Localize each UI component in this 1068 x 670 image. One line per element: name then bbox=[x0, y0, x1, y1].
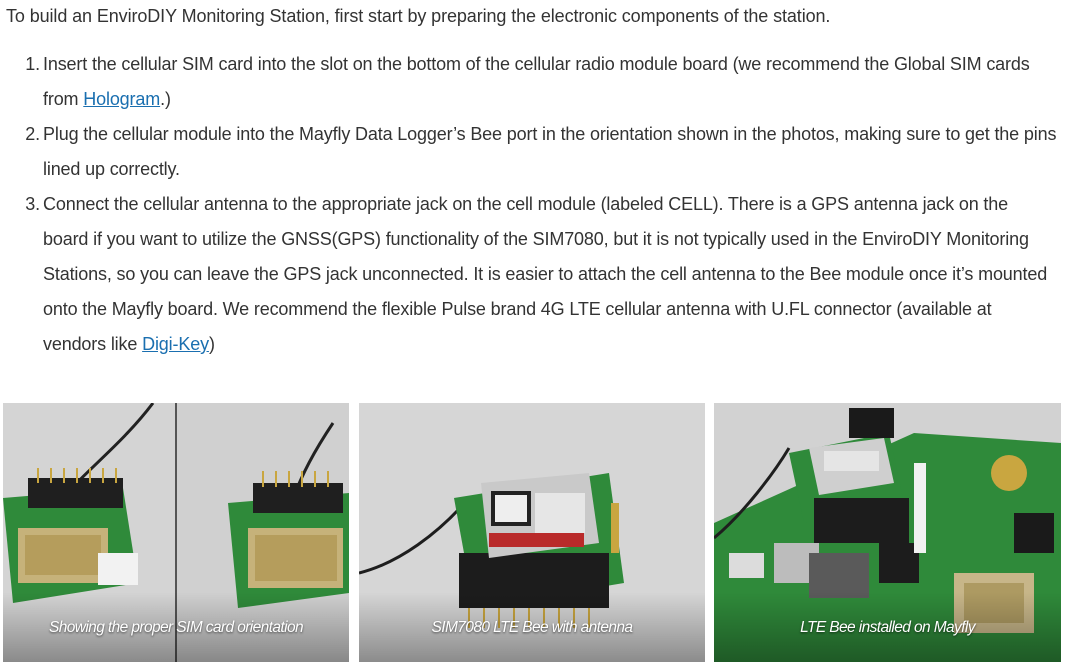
hologram-link[interactable]: Hologram bbox=[83, 89, 160, 109]
digikey-link[interactable]: Digi-Key bbox=[142, 334, 209, 354]
photo-caption-bar: SIM7080 LTE Bee with antenna bbox=[359, 592, 705, 662]
step-number: 2. bbox=[25, 124, 40, 144]
intro-paragraph: To build an EnviroDIY Monitoring Station… bbox=[6, 6, 831, 26]
step-text: Insert the cellular SIM card into the sl… bbox=[43, 54, 1030, 109]
photo-caption: LTE Bee installed on Mayfly bbox=[800, 619, 975, 636]
list-item-step-3: 3. Connect the cellular antenna to the a… bbox=[25, 187, 1058, 362]
gallery-photo-mayfly-install[interactable]: LTE Bee installed on Mayfly bbox=[714, 403, 1061, 662]
photo-gallery: Showing the proper SIM card orientation bbox=[3, 403, 1061, 662]
gallery-photo-lte-bee[interactable]: SIM7080 LTE Bee with antenna bbox=[359, 403, 705, 662]
list-item-step-2: 2. Plug the cellular module into the May… bbox=[25, 117, 1058, 187]
instruction-list: 1. Insert the cellular SIM card into the… bbox=[25, 47, 1058, 362]
step-text-end: ) bbox=[208, 334, 215, 354]
photo-caption-bar: Showing the proper SIM card orientation bbox=[3, 592, 349, 662]
photo-caption-bar: LTE Bee installed on Mayfly bbox=[714, 592, 1061, 662]
step-number: 3. bbox=[25, 194, 40, 214]
step-text: Plug the cellular module into the Mayfly… bbox=[43, 124, 1057, 179]
list-item-step-1: 1. Insert the cellular SIM card into the… bbox=[25, 47, 1058, 117]
step-text-end: .) bbox=[160, 89, 171, 109]
gallery-photo-sim-orientation[interactable]: Showing the proper SIM card orientation bbox=[3, 403, 349, 662]
step-text: Connect the cellular antenna to the appr… bbox=[43, 194, 1048, 354]
step-number: 1. bbox=[25, 54, 40, 74]
photo-caption: Showing the proper SIM card orientation bbox=[48, 619, 304, 636]
photo-caption: SIM7080 LTE Bee with antenna bbox=[431, 619, 634, 636]
